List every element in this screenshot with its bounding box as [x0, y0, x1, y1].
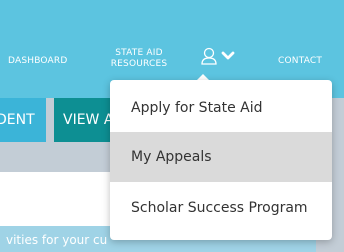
student-button[interactable]: DENT — [0, 98, 46, 142]
user-icon — [201, 47, 217, 65]
card-band-text: vities for your cu — [6, 233, 108, 247]
nav-state-aid-resources-link[interactable]: STATE AID RESOURCES — [108, 48, 170, 70]
page: DASHBOARD STATE AID RESOURCES CONTACT DE… — [0, 0, 344, 252]
account-dropdown-menu: Apply for State Aid My Appeals Scholar S… — [110, 80, 332, 240]
account-menu-toggle[interactable] — [199, 46, 245, 70]
nav-contact-link[interactable]: CONTACT — [278, 56, 322, 67]
chevron-down-icon — [221, 51, 235, 60]
nav-state-aid-line1: STATE AID — [115, 48, 163, 58]
account-toggle-icons — [201, 47, 235, 65]
menu-item-scholar-success-program[interactable]: Scholar Success Program — [110, 183, 332, 233]
nav-dashboard-link[interactable]: DASHBOARD — [8, 56, 68, 67]
menu-item-my-appeals[interactable]: My Appeals — [110, 132, 332, 182]
menu-item-apply-state-aid[interactable]: Apply for State Aid — [110, 83, 332, 133]
nav-state-aid-line2: RESOURCES — [110, 59, 168, 69]
